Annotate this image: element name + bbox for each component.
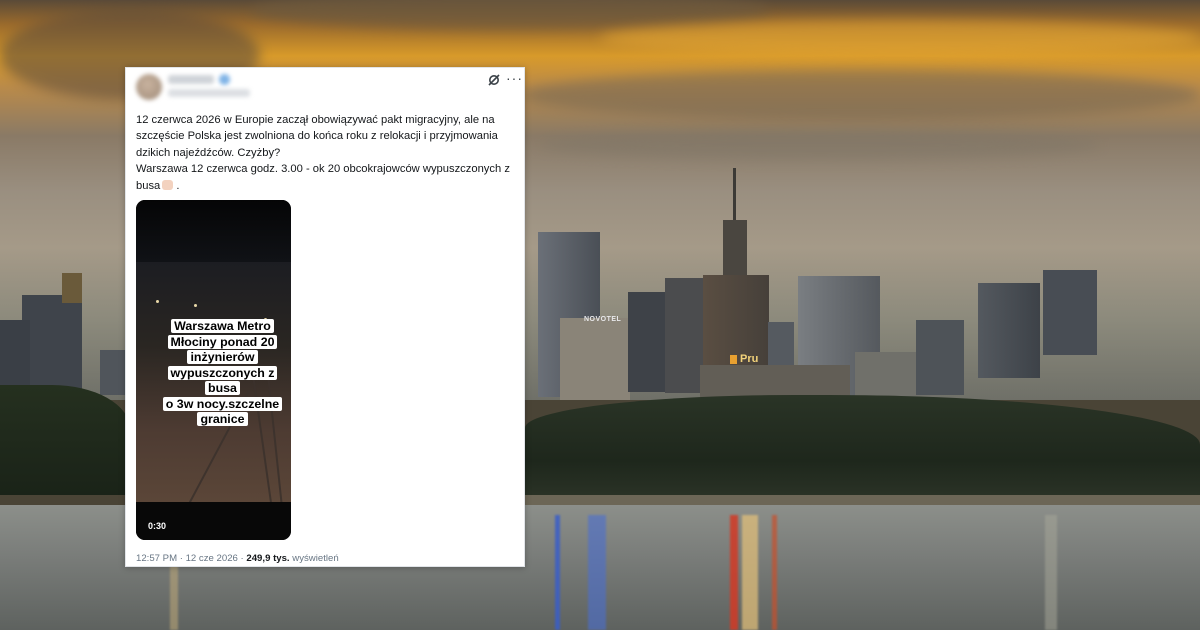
tweet-card[interactable]: ··· 12 czerwca 2026 w Europie zaczął obo… [125,67,525,567]
tweet-period: . [176,179,180,192]
tweet-text: 12 czerwca 2026 w Europie zaczął obowiąz… [136,112,516,194]
more-options-icon[interactable]: ··· [506,71,523,85]
skyscraper [916,320,964,395]
video-duration: 0:30 [148,521,167,531]
tweet-paragraph: Warszawa 12 czerwca godz. 3.00 - ok 20 o… [136,161,516,194]
light-reflection [730,515,738,630]
tweet-sentence: Warszawa 12 czerwca godz. 3.00 - ok 20 o… [136,163,510,192]
skyscraper [628,292,668,392]
pru-logo-icon [730,355,737,364]
skyscraper [62,273,82,303]
light-reflection [772,515,777,630]
treeline [525,395,1200,505]
street-light [156,300,159,303]
verified-badge-icon [219,74,230,85]
pru-sign: Pru [740,353,759,365]
caption-line: o 3w nocy.szczelne [162,396,283,411]
grok-icon[interactable] [487,73,501,87]
skyscraper [22,295,82,395]
cloud [520,70,1200,120]
skyscraper [1043,270,1097,355]
cloud [540,130,1100,160]
view-count: 249,9 tys. [246,553,290,564]
cloud [600,20,1200,56]
light-reflection [742,515,758,630]
skyscraper [978,283,1040,378]
palace-of-culture-tower [723,220,747,280]
light-reflection [555,515,560,630]
skyscraper [100,350,126,395]
novotel-sign: NOVOTEL [584,316,622,323]
tweet-metadata: 12:57 PM · 12 cze 2026 · 249,9 tys. wyśw… [136,553,339,564]
skyscraper [560,318,630,400]
avatar[interactable] [136,74,162,100]
caption-line: inżynierów [187,350,258,364]
video-player[interactable]: Warszawa Metro Młociny ponad 20 inżynier… [136,200,291,540]
tweet-timestamp[interactable]: 12:57 PM · 12 cze 2026 · [136,553,246,564]
views-label: wyświetleń [292,553,339,564]
street-light [194,304,197,307]
caption-line: Warszawa Metro [171,319,274,333]
caption-line: Młociny ponad 20 [167,334,278,349]
caption-line: granice [197,412,248,426]
light-reflection [588,515,606,630]
pointing-down-hand-emoji-icon [162,179,174,190]
tweet-paragraph: 12 czerwca 2026 w Europie zaczął obowiąz… [136,114,498,159]
light-reflection [1045,515,1057,630]
treeline-left [0,385,130,495]
caption-line: wypuszczonych z busa [167,365,278,395]
blurred-display-name [168,75,214,84]
skyscraper [665,278,705,393]
video-night-sky [136,200,291,262]
palace-of-culture-spire [733,168,736,223]
blurred-username [168,89,250,97]
video-caption-overlay: Warszawa Metro Młociny ponad 20 inżynier… [158,319,287,428]
